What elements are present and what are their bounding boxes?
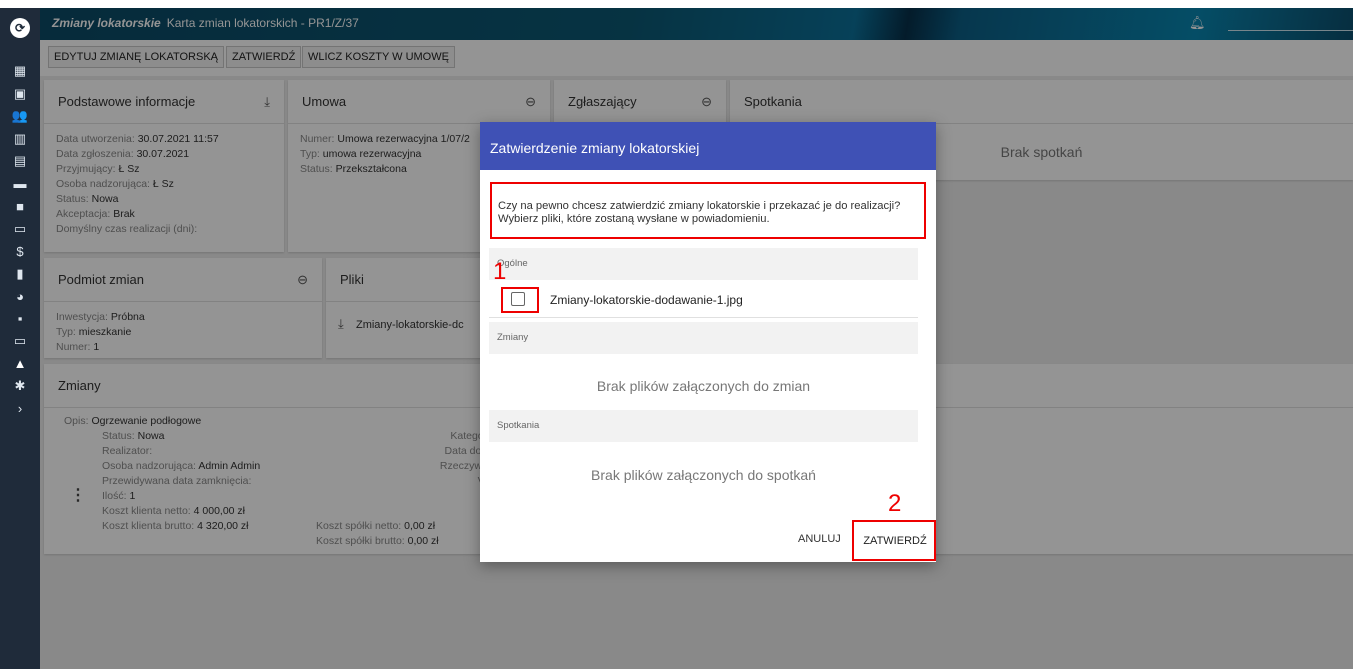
sidebar: ⟳ ▦ ▣ 👥 ▥ ▤ ▬ ■ ▭ $ ▮ ◕ ▪ ▭ ▲ ✱ ›	[0, 8, 40, 669]
annotation-marker-2: 2	[888, 490, 902, 517]
meetings-files-empty: Brak plików załączonych do spotkań	[591, 467, 816, 483]
card-icon[interactable]: ▭	[0, 330, 40, 353]
dollar-icon[interactable]: $	[0, 240, 40, 263]
store-icon[interactable]: ▤	[0, 150, 40, 173]
dialog-message-line2: Wybierz pliki, które zostaną wysłane w p…	[498, 213, 770, 225]
dashboard-icon[interactable]: ▦	[0, 60, 40, 83]
document-icon[interactable]: ▮	[0, 263, 40, 286]
logo-icon: ⟳	[10, 18, 30, 38]
annotation-marker-1: 1	[493, 258, 507, 285]
confirm-button[interactable]: ZATWIERDŹ	[860, 527, 930, 555]
changes-files-empty: Brak plików załączonych do zmian	[596, 378, 811, 394]
file-option-row[interactable]: Zmiany-lokatorskie-dodawanie-1.jpg	[489, 282, 918, 318]
sidebar-nav: ▦ ▣ 👥 ▥ ▤ ▬ ■ ▭ $ ▮ ◕ ▪ ▭ ▲ ✱ ›	[0, 60, 40, 420]
section-general: Ogólne	[489, 248, 918, 280]
approve-dialog: Zatwierdzenie zmiany lokatorskiej Czy na…	[480, 122, 936, 562]
section-changes: Zmiany	[489, 322, 918, 354]
cancel-button[interactable]: ANULUJ	[798, 533, 841, 545]
settings-icon[interactable]: ✱	[0, 375, 40, 398]
chevron-right-icon[interactable]: ›	[0, 398, 40, 421]
dialog-message-line1: Czy na pewno chcesz zatwierdzić zmiany l…	[498, 200, 901, 212]
logo[interactable]: ⟳	[0, 8, 40, 48]
monitor-icon[interactable]: ▭	[0, 218, 40, 241]
section-meetings: Spotkania	[489, 410, 918, 442]
calendar-icon[interactable]: ▣	[0, 83, 40, 106]
dialog-title: Zatwierdzenie zmiany lokatorskiej	[480, 122, 936, 170]
dialog-message: Czy na pewno chcesz zatwierdzić zmiany l…	[490, 182, 926, 239]
building-icon[interactable]: ▥	[0, 128, 40, 151]
bar-chart-icon[interactable]: ▪	[0, 308, 40, 331]
top-strip	[0, 0, 1353, 8]
people-icon[interactable]: 👥	[0, 105, 40, 128]
warning-icon[interactable]: ▲	[0, 353, 40, 376]
file-option-name: Zmiany-lokatorskie-dodawanie-1.jpg	[550, 293, 743, 307]
folder-icon[interactable]: ■	[0, 195, 40, 218]
pie-chart-icon[interactable]: ◕	[0, 285, 40, 308]
briefcase-icon[interactable]: ▬	[0, 173, 40, 196]
file-checkbox[interactable]	[511, 292, 525, 306]
